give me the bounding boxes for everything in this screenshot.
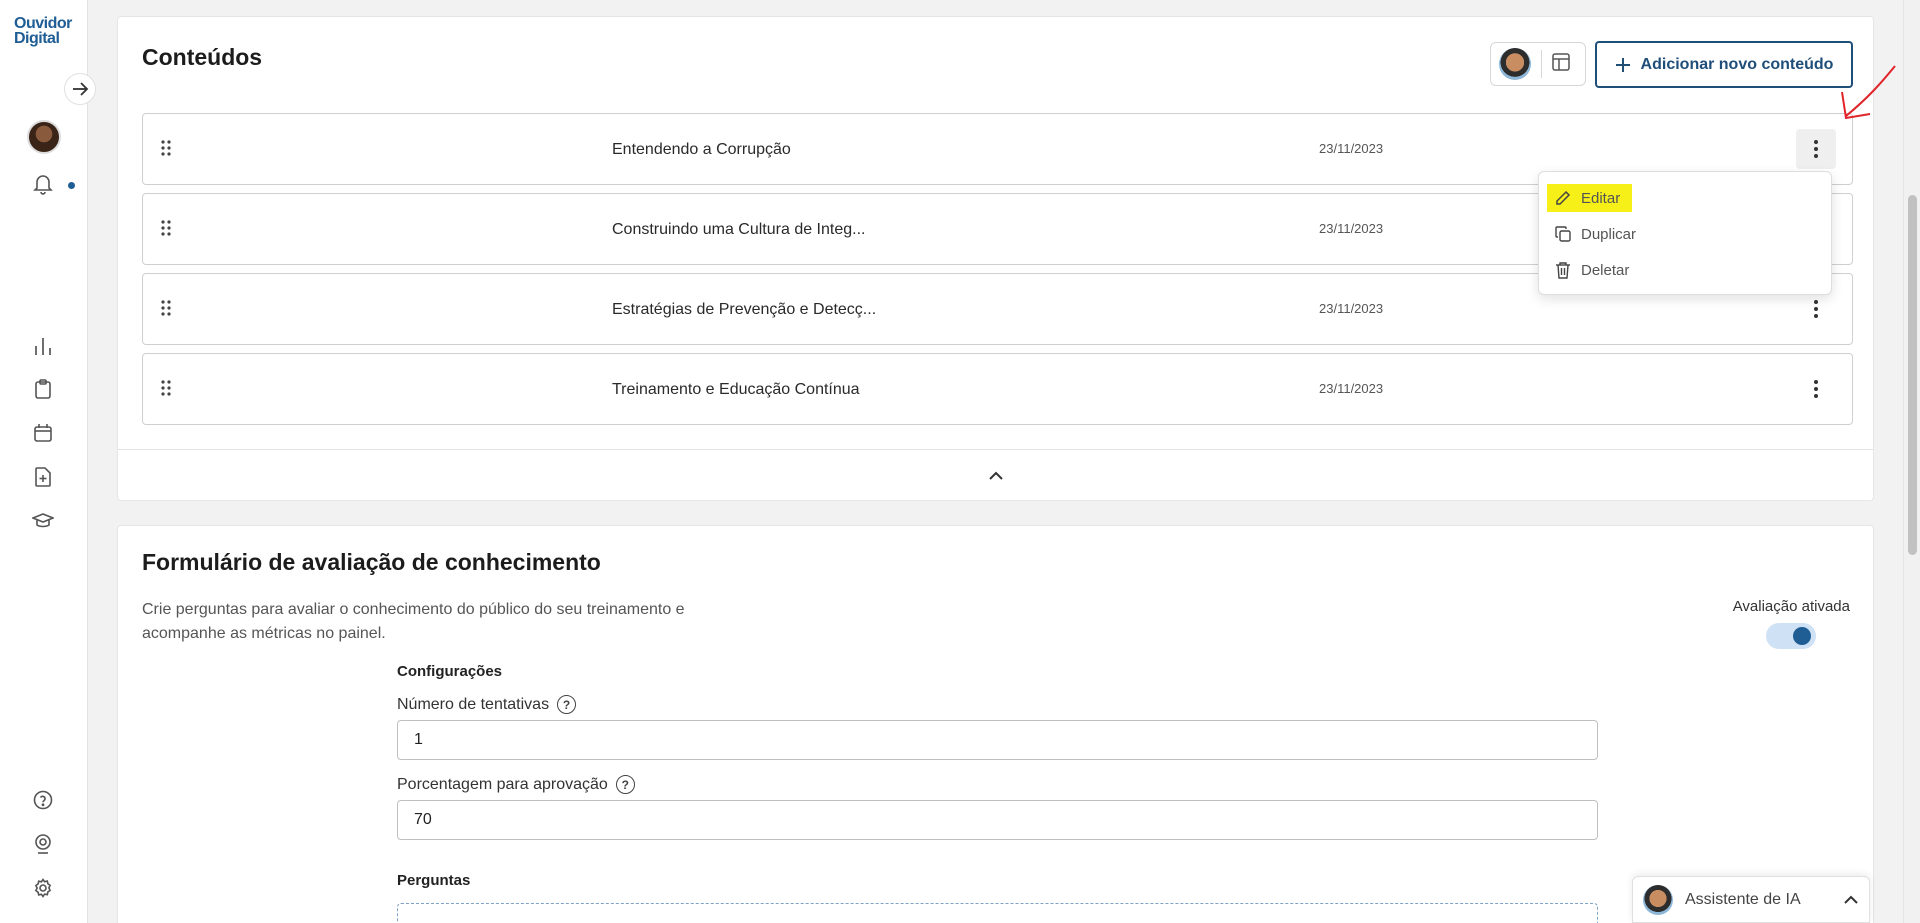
approval-label-row: Porcentagem para aprovação ?	[397, 775, 635, 794]
clipboard-icon[interactable]	[30, 376, 56, 402]
knowledge-form-card: Formulário de avaliação de conhecimento …	[117, 525, 1874, 923]
attempts-input[interactable]	[397, 720, 1598, 760]
approval-input[interactable]	[397, 800, 1598, 840]
kebab-icon	[1814, 300, 1818, 318]
chart-icon[interactable]	[30, 333, 56, 359]
content-row[interactable]: Treinamento e Educação Contínua 23/11/20…	[142, 353, 1853, 425]
help-circle-icon[interactable]	[30, 787, 56, 813]
menu-item-duplicate[interactable]: Duplicar	[1555, 220, 1636, 248]
content-date: 23/11/2023	[1319, 381, 1384, 396]
ai-assistant-label: Assistente de IA	[1685, 890, 1801, 908]
trash-icon	[1556, 262, 1570, 279]
webcam-icon[interactable]	[30, 831, 56, 857]
content-date: 23/11/2023	[1319, 301, 1384, 316]
bell-icon[interactable]	[30, 171, 56, 197]
help-icon[interactable]: ?	[557, 695, 577, 714]
page-scrollbar[interactable]	[1903, 0, 1920, 923]
contents-toolbar	[1490, 42, 1586, 86]
sidebar: Ouvidor Digital	[0, 0, 88, 923]
approval-label: Porcentagem para aprovação	[397, 775, 608, 793]
contents-title: Conteúdos	[142, 44, 263, 70]
more-options-button[interactable]	[1796, 289, 1836, 329]
content-date: 23/11/2023	[1319, 141, 1384, 156]
collapse-section-button[interactable]	[118, 449, 1873, 501]
menu-item-delete[interactable]: Deletar	[1555, 256, 1629, 284]
notification-dot	[68, 182, 75, 189]
calendar-icon[interactable]	[30, 420, 56, 446]
evaluation-toggle-label: Avaliação ativada	[1732, 598, 1850, 615]
assistant-avatar-button[interactable]	[1499, 48, 1531, 80]
drag-handle-icon[interactable]	[161, 380, 171, 401]
kebab-icon	[1814, 380, 1818, 398]
content-options-menu: Editar Duplicar Deletar	[1538, 171, 1832, 295]
app-root: Ouvidor Digital Conteúdos Adicionar novo…	[0, 0, 1920, 923]
menu-item-duplicate-label: Duplicar	[1581, 225, 1637, 243]
toolbar-divider	[1541, 50, 1542, 78]
pencil-icon	[1556, 190, 1571, 205]
add-question-area[interactable]	[397, 903, 1598, 923]
plus-icon	[1615, 57, 1630, 72]
ai-assistant-panel[interactable]: Assistente de IA	[1632, 876, 1870, 923]
ai-assistant-avatar	[1643, 884, 1673, 915]
graduation-cap-icon[interactable]	[30, 508, 56, 534]
copy-icon	[1555, 226, 1571, 242]
content-title: Entendendo a Corrupção	[612, 141, 791, 158]
logo-line-2: Digital	[14, 30, 60, 47]
chevron-up-icon	[988, 471, 1003, 480]
chevron-up-icon[interactable]	[1843, 895, 1859, 905]
questions-title: Perguntas	[397, 872, 471, 889]
file-add-icon[interactable]	[30, 464, 56, 490]
form-description: Crie perguntas para avaliar o conhecimen…	[142, 601, 685, 642]
content-title: Construindo uma Cultura de Integ...	[612, 221, 866, 238]
form-title: Formulário de avaliação de conhecimento	[142, 549, 601, 575]
scrollbar-thumb[interactable]	[1908, 195, 1917, 555]
gear-icon[interactable]	[30, 875, 56, 901]
menu-item-edit-label: Editar	[1581, 189, 1621, 207]
content-date: 23/11/2023	[1319, 221, 1384, 236]
drag-handle-icon[interactable]	[161, 140, 171, 161]
attempts-label: Número de tentativas	[397, 695, 550, 713]
content-title: Estratégias de Prevenção e Detecç...	[612, 301, 877, 318]
add-content-label: Adicionar novo conteúdo	[1640, 55, 1834, 73]
menu-item-edit[interactable]: Editar	[1547, 184, 1633, 212]
more-options-button[interactable]	[1796, 369, 1836, 409]
more-options-button[interactable]	[1796, 129, 1836, 169]
brand-logo[interactable]: Ouvidor Digital	[14, 15, 74, 47]
menu-item-delete-label: Deletar	[1581, 261, 1630, 279]
logo-line-1: Ouvidor	[14, 15, 72, 32]
help-icon[interactable]: ?	[615, 775, 635, 794]
expand-sidebar-button[interactable]	[64, 73, 96, 105]
drag-handle-icon[interactable]	[161, 220, 171, 241]
layout-icon[interactable]	[1552, 52, 1570, 76]
arrow-right-icon	[73, 82, 89, 96]
attempts-label-row: Número de tentativas ?	[397, 695, 577, 714]
add-content-button[interactable]: Adicionar novo conteúdo	[1595, 41, 1853, 88]
evaluation-toggle[interactable]	[1766, 623, 1816, 649]
user-avatar[interactable]	[27, 120, 61, 154]
content-title: Treinamento e Educação Contínua	[612, 381, 860, 398]
drag-handle-icon[interactable]	[161, 300, 171, 321]
annotation-arrow-icon	[1841, 65, 1896, 120]
config-title: Configurações	[397, 663, 503, 680]
kebab-icon	[1814, 140, 1818, 158]
toggle-knob	[1793, 627, 1811, 645]
